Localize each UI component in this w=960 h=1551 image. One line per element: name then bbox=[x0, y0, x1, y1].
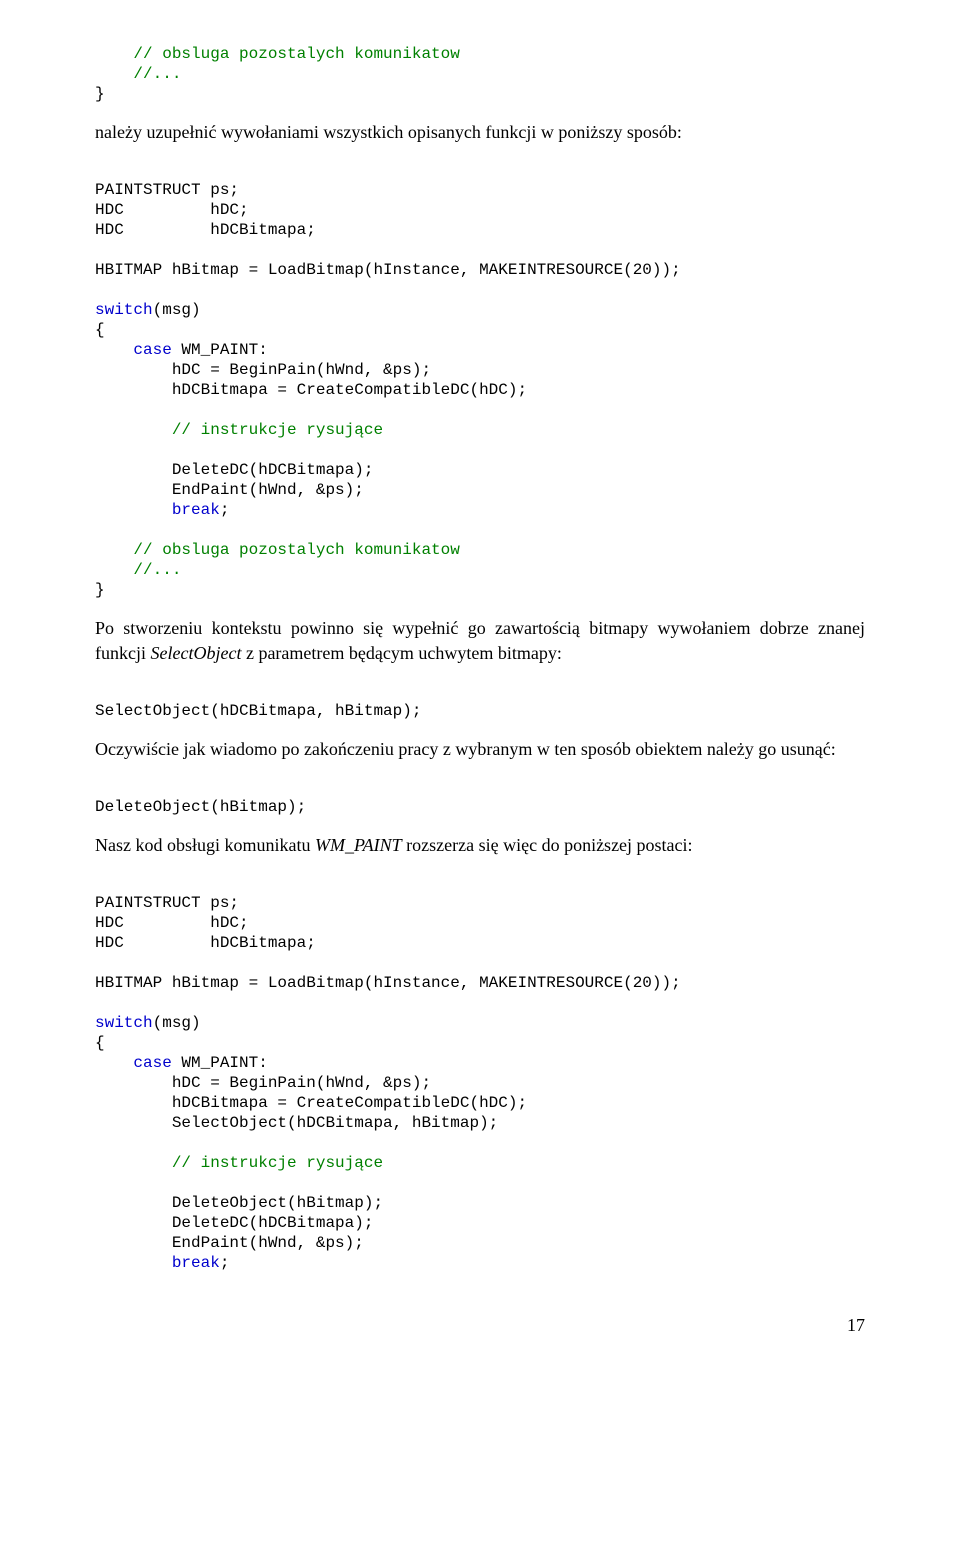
text: z parametrem będącym uchwytem bitmapy: bbox=[241, 643, 561, 663]
page-number: 17 bbox=[95, 1313, 865, 1337]
keyword-case: case bbox=[95, 1054, 172, 1072]
paragraph: Po stworzeniu kontekstu powinno się wype… bbox=[95, 616, 865, 665]
keyword-case: case bbox=[95, 341, 172, 359]
code-line: break; bbox=[95, 1254, 229, 1272]
code-line: { bbox=[95, 321, 105, 339]
keyword-switch: switch bbox=[95, 301, 153, 319]
code-line: //... bbox=[95, 561, 181, 579]
keyword-break: break bbox=[95, 501, 220, 519]
code-line: // instrukcje rysujące bbox=[95, 421, 383, 439]
code-line: HBITMAP hBitmap = LoadBitmap(hInstance, … bbox=[95, 261, 681, 279]
italic-text: WM_PAINT bbox=[315, 835, 402, 855]
code-line: switch(msg) bbox=[95, 301, 201, 319]
text: rozszerza się więc do poniższej postaci: bbox=[402, 835, 693, 855]
code-line: EndPaint(hWnd, &ps); bbox=[95, 481, 364, 499]
code-line: DeleteDC(hDCBitmapa); bbox=[95, 461, 373, 479]
code-line: // obsluga pozostalych komunikatow bbox=[95, 541, 460, 559]
code-line: hDCBitmapa = CreateCompatibleDC(hDC); bbox=[95, 1094, 527, 1112]
code-line: PAINTSTRUCT ps; bbox=[95, 894, 239, 912]
keyword-break: break bbox=[95, 1254, 220, 1272]
code-line: HDC hDC; bbox=[95, 914, 249, 932]
code-line: } bbox=[95, 581, 105, 599]
code-text: WM_PAINT: bbox=[172, 1054, 268, 1072]
code-line: // instrukcje rysujące bbox=[95, 1154, 383, 1172]
code-block-3: SelectObject(hDCBitmapa, hBitmap); bbox=[95, 681, 865, 721]
code-line: } bbox=[95, 85, 105, 103]
code-line: SelectObject(hDCBitmapa, hBitmap); bbox=[95, 1114, 498, 1132]
code-line: //... bbox=[95, 65, 181, 83]
code-block-4: DeleteObject(hBitmap); bbox=[95, 777, 865, 817]
code-line: case WM_PAINT: bbox=[95, 341, 268, 359]
code-line: DeleteObject(hBitmap); bbox=[95, 1194, 383, 1212]
code-text: ; bbox=[220, 1254, 230, 1272]
code-line: HDC hDC; bbox=[95, 201, 249, 219]
paragraph: Oczywiście jak wiadomo po zakończeniu pr… bbox=[95, 737, 865, 761]
code-text: (msg) bbox=[153, 1014, 201, 1032]
code-line: HBITMAP hBitmap = LoadBitmap(hInstance, … bbox=[95, 974, 681, 992]
code-line: hDC = BeginPain(hWnd, &ps); bbox=[95, 1074, 431, 1092]
italic-text: SelectObject bbox=[151, 643, 242, 663]
code-text: (msg) bbox=[153, 301, 201, 319]
code-block-1: // obsluga pozostalych komunikatow //...… bbox=[95, 24, 865, 104]
code-text: WM_PAINT: bbox=[172, 341, 268, 359]
code-line: // obsluga pozostalych komunikatow bbox=[95, 45, 460, 63]
code-line: break; bbox=[95, 501, 229, 519]
code-line: hDC = BeginPain(hWnd, &ps); bbox=[95, 361, 431, 379]
code-text: ; bbox=[220, 501, 230, 519]
code-block-2: PAINTSTRUCT ps; HDC hDC; HDC hDCBitmapa;… bbox=[95, 160, 865, 600]
code-line: DeleteObject(hBitmap); bbox=[95, 798, 306, 816]
code-line: EndPaint(hWnd, &ps); bbox=[95, 1234, 364, 1252]
code-line: switch(msg) bbox=[95, 1014, 201, 1032]
paragraph: należy uzupełnić wywołaniami wszystkich … bbox=[95, 120, 865, 144]
code-line: DeleteDC(hDCBitmapa); bbox=[95, 1214, 373, 1232]
code-line: PAINTSTRUCT ps; bbox=[95, 181, 239, 199]
code-line: HDC hDCBitmapa; bbox=[95, 934, 316, 952]
code-line: hDCBitmapa = CreateCompatibleDC(hDC); bbox=[95, 381, 527, 399]
code-line: SelectObject(hDCBitmapa, hBitmap); bbox=[95, 702, 421, 720]
text: Nasz kod obsługi komunikatu bbox=[95, 835, 315, 855]
paragraph: Nasz kod obsługi komunikatu WM_PAINT roz… bbox=[95, 833, 865, 857]
code-line: case WM_PAINT: bbox=[95, 1054, 268, 1072]
code-line: { bbox=[95, 1034, 105, 1052]
code-block-5: PAINTSTRUCT ps; HDC hDC; HDC hDCBitmapa;… bbox=[95, 873, 865, 1273]
code-line: HDC hDCBitmapa; bbox=[95, 221, 316, 239]
keyword-switch: switch bbox=[95, 1014, 153, 1032]
